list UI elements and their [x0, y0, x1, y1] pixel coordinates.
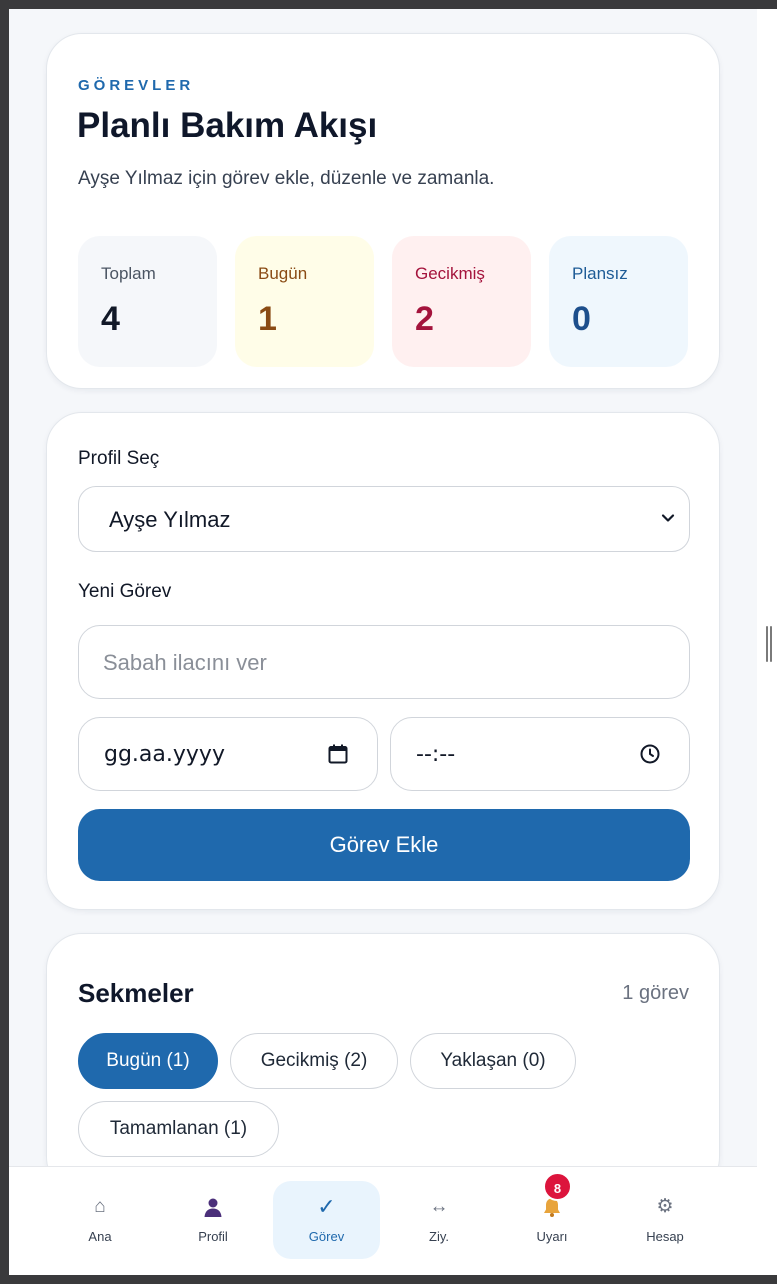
clock-icon[interactable] [639, 743, 661, 765]
profile-select-value: Ayşe Yılmaz [109, 507, 231, 532]
nav-label: Görev [308, 1229, 345, 1244]
stat-total: Toplam 4 [78, 236, 217, 367]
task-count: 1 görev [622, 982, 689, 1004]
tabs-title: Sekmeler [78, 978, 194, 1008]
stat-value: 4 [101, 300, 120, 338]
alert-count-badge: 8 [543, 1172, 572, 1201]
nav-item-profile[interactable]: Profil [160, 1167, 266, 1275]
stat-today: Bugün 1 [235, 236, 374, 367]
nav-label: Hesap [646, 1229, 684, 1244]
chevron-down-icon [661, 514, 675, 522]
profile-select-label: Profil Seç [78, 448, 160, 469]
stat-label: Plansız [572, 264, 628, 283]
stat-label: Toplam [101, 264, 156, 283]
task-date-input[interactable]: gg.aa.yyyy [78, 717, 378, 791]
profile-select[interactable]: Ayşe Yılmaz [78, 486, 690, 552]
section-eyebrow: GÖREVLER [78, 77, 195, 94]
stat-value: 2 [415, 300, 434, 338]
date-placeholder: gg.aa.yyyy [104, 742, 225, 767]
person-icon [160, 1195, 266, 1219]
summary-card: GÖREVLER Planlı Bakım Akışı Ayşe Yılmaz … [46, 33, 720, 389]
arrows-icon: ↔ [429, 1196, 449, 1217]
nav-label: Ziy. [429, 1229, 449, 1244]
nav-label: Uyarı [536, 1229, 568, 1244]
task-form-card: Profil Seç Ayşe Yılmaz Yeni Görev Sabah … [46, 412, 720, 910]
nav-item-tasks[interactable]: ✓ Görev [273, 1181, 380, 1259]
task-title-placeholder: Sabah ilacını ver [103, 650, 267, 675]
check-icon: ✓ [317, 1194, 336, 1219]
app-viewport: GÖREVLER Planlı Bakım Akışı Ayşe Yılmaz … [9, 9, 757, 1275]
task-title-input[interactable]: Sabah ilacını ver [78, 625, 690, 699]
nav-item-home[interactable]: ⌂ Ana [47, 1167, 153, 1275]
task-time-input[interactable]: --:-- [390, 717, 690, 791]
page-subtitle: Ayşe Yılmaz için görev ekle, düzenle ve … [78, 168, 495, 189]
page-title: Planlı Bakım Akışı [77, 106, 378, 145]
window-top-border [0, 0, 777, 9]
home-icon: ⌂ [94, 1196, 106, 1217]
stat-label: Bugün [258, 264, 308, 283]
new-task-label: Yeni Görev [78, 581, 172, 602]
stat-unplanned: Plansız 0 [549, 236, 688, 367]
bottom-nav: ⌂ Ana Profil ✓ Görev ↔ Ziy. Uyarı ⚙ Hesa… [9, 1166, 757, 1275]
time-placeholder: --:-- [416, 742, 456, 767]
tab-today[interactable]: Bugün (1) [78, 1033, 218, 1089]
stat-overdue: Gecikmiş 2 [392, 236, 531, 367]
gear-icon: ⚙ [656, 1196, 674, 1217]
window-bottom-border [0, 1275, 777, 1284]
stat-label: Gecikmiş [415, 264, 485, 283]
resize-handle[interactable] [766, 626, 772, 662]
nav-label: Ana [88, 1229, 112, 1244]
tabs-card: Sekmeler 1 görev Bugün (1) Gecikmiş (2) … [46, 933, 720, 1193]
calendar-icon[interactable] [327, 743, 349, 765]
stat-value: 0 [572, 300, 591, 338]
stat-value: 1 [258, 300, 277, 338]
tab-completed[interactable]: Tamamlanan (1) [78, 1101, 279, 1157]
tab-overdue[interactable]: Gecikmiş (2) [230, 1033, 398, 1089]
tab-upcoming[interactable]: Yaklaşan (0) [410, 1033, 576, 1089]
nav-item-visits[interactable]: ↔ Ziy. [386, 1167, 492, 1275]
nav-item-account[interactable]: ⚙ Hesap [612, 1167, 718, 1275]
add-task-button[interactable]: Görev Ekle [78, 809, 690, 881]
nav-label: Profil [198, 1229, 228, 1244]
